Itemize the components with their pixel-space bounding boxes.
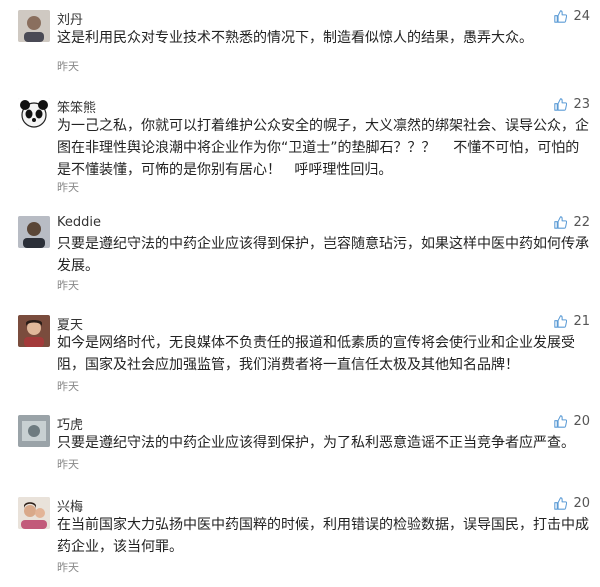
comment-time: 昨天 (57, 458, 79, 471)
like-count: 20 (573, 414, 590, 429)
thumbs-up-icon (554, 315, 568, 328)
like-button[interactable]: 20 (554, 496, 590, 511)
comment-text: 如今是网络时代，无良媒体不负责任的报道和低素质的宣传将会使行业和企业发展受阻，国… (57, 335, 575, 373)
like-button[interactable]: 22 (554, 215, 590, 230)
comment-time: 昨天 (57, 181, 79, 194)
comment-time: 昨天 (57, 561, 79, 574)
comment-feed: 刘丹 24 这是利用民众对专业技术不熟悉的情况下，制造看似惊人的结果，愚弄大众。… (0, 0, 600, 587)
like-count: 24 (573, 9, 590, 24)
like-count: 23 (573, 97, 590, 112)
comment-item: Keddie 22 只要是遵纪守法的中药企业应该得到保护，岂容随意玷污，如果这样… (0, 206, 600, 299)
user-photo-avatar-icon[interactable] (18, 497, 50, 529)
comment-text: 这是利用民众对专业技术不熟悉的情况下，制造看似惊人的结果，愚弄大众。 (57, 30, 533, 46)
comment-username[interactable]: 巧虎 (57, 414, 83, 433)
comment-text: 只要是遵纪守法的中药企业应该得到保护，岂容随意玷污，如果这样中医中药如何传承发展… (57, 236, 589, 274)
comment-time: 昨天 (57, 380, 79, 393)
like-count: 20 (573, 496, 590, 511)
comment-item: 巧虎 20 只要是遵纪守法的中药企业应该得到保护，为了私利恶意造谣不正当竞争者应… (0, 405, 600, 477)
user-photo-avatar-icon[interactable] (18, 315, 50, 347)
comment-text: 为一己之私，你就可以打着维护公众安全的幌子，大义凛然的绑架社会、误导公众，企图在… (57, 118, 589, 178)
comment-text: 在当前国家大力弘扬中医中药国粹的时候，利用错误的检验数据，误导国民，打击中成药企… (57, 517, 589, 555)
like-count: 22 (573, 215, 590, 230)
user-photo-avatar-icon[interactable] (18, 216, 50, 248)
like-button[interactable]: 24 (554, 9, 590, 24)
thumbs-up-icon (554, 415, 568, 428)
comment-username[interactable]: Keddie (57, 215, 101, 230)
user-photo-avatar-icon[interactable] (18, 10, 50, 42)
thumbs-up-icon (554, 10, 568, 23)
like-button[interactable]: 20 (554, 414, 590, 429)
thumbs-up-icon (554, 98, 568, 111)
comment-username[interactable]: 兴梅 (57, 496, 83, 515)
thumbs-up-icon (554, 497, 568, 510)
comment-item: 兴梅 20 在当前国家大力弘扬中医中药国粹的时候，利用错误的检验数据，误导国民，… (0, 487, 600, 587)
user-photo-avatar-icon[interactable] (18, 415, 50, 447)
comment-time: 昨天 (57, 60, 79, 73)
comment-text: 只要是遵纪守法的中药企业应该得到保护，为了私利恶意造谣不正当竞争者应严查。 (57, 435, 575, 451)
comment-time: 昨天 (57, 279, 79, 292)
comment-item: 夏天 21 如今是网络时代，无良媒体不负责任的报道和低素质的宣传将会使行业和企业… (0, 305, 600, 398)
like-count: 21 (573, 314, 590, 329)
comment-item: 笨笨熊 23 为一己之私，你就可以打着维护公众安全的幌子，大义凛然的绑架社会、误… (0, 88, 600, 201)
comment-username[interactable]: 刘丹 (57, 9, 83, 28)
like-button[interactable]: 21 (554, 314, 590, 329)
thumbs-up-icon (554, 216, 568, 229)
comment-username[interactable]: 夏天 (57, 314, 83, 333)
comment-item: 刘丹 24 这是利用民众对专业技术不熟悉的情况下，制造看似惊人的结果，愚弄大众。… (0, 0, 600, 87)
comment-username[interactable]: 笨笨熊 (57, 97, 96, 116)
panda-avatar-icon[interactable] (18, 98, 50, 130)
like-button[interactable]: 23 (554, 97, 590, 112)
